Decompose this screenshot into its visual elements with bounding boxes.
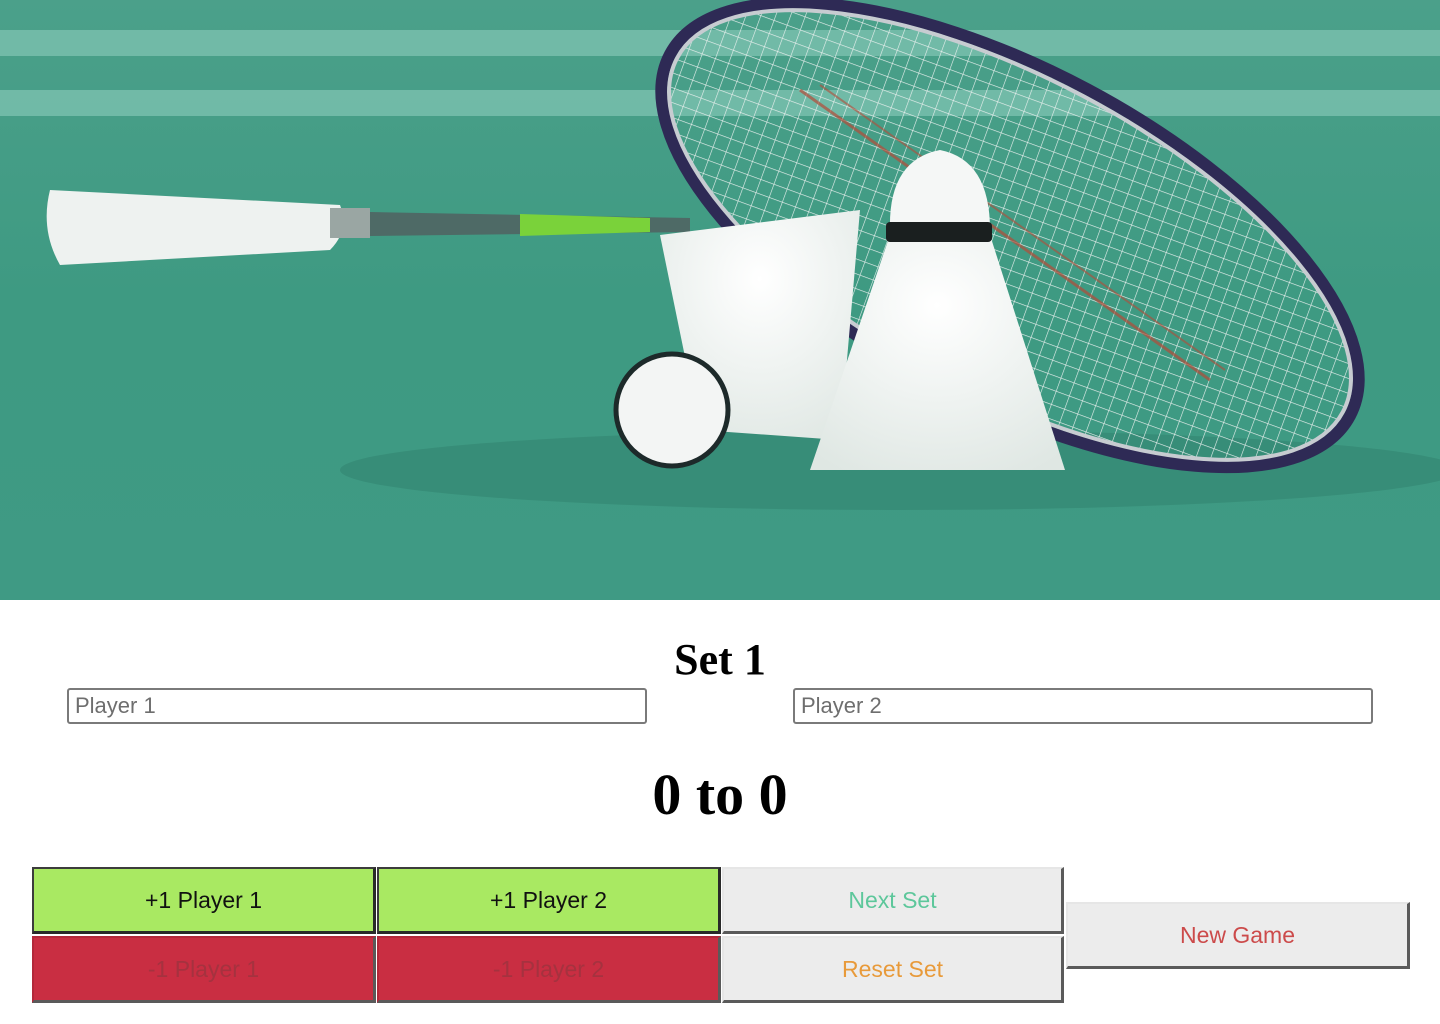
minus-player-2-button[interactable]: -1 Player 2	[377, 936, 721, 1003]
next-set-button[interactable]: Next Set	[722, 867, 1064, 934]
plus-player-2-button[interactable]: +1 Player 2	[377, 867, 721, 934]
set-title: Set 1	[674, 635, 766, 684]
player-1-name-input[interactable]	[67, 688, 647, 724]
hero-image	[0, 0, 1440, 600]
score-display: 0 to 0	[652, 762, 788, 827]
reset-set-button[interactable]: Reset Set	[722, 936, 1064, 1003]
minus-player-1-button[interactable]: -1 Player 1	[32, 936, 376, 1003]
new-game-button[interactable]: New Game	[1066, 902, 1410, 969]
player-2-name-input[interactable]	[793, 688, 1373, 724]
plus-player-1-button[interactable]: +1 Player 1	[32, 867, 376, 934]
badminton-racket-shuttlecock-image	[0, 0, 1440, 600]
